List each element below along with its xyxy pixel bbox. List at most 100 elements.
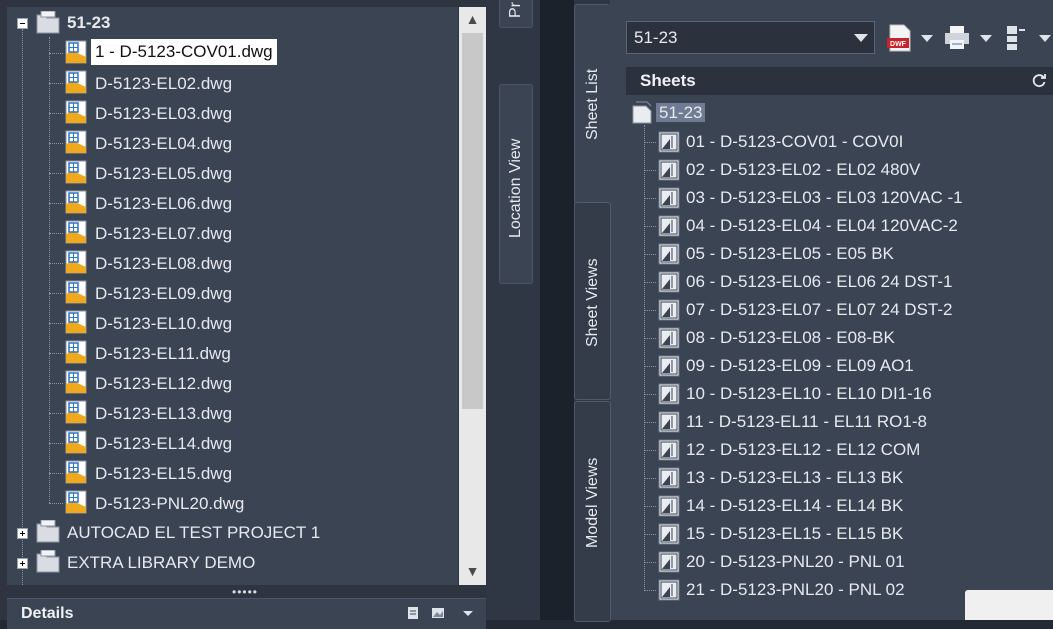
file-label[interactable]: D-5123-EL12.dwg [95, 369, 232, 399]
plot-icon[interactable] [943, 24, 971, 52]
sheet-item[interactable]: 07 - D-5123-EL07 - EL07 24 DST-2 [686, 296, 952, 324]
tree-line [644, 478, 656, 479]
file-label[interactable]: D-5123-EL03.dwg [95, 99, 232, 129]
file-label[interactable]: D-5123-EL06.dwg [95, 189, 232, 219]
dropdown-icon[interactable] [461, 606, 475, 620]
dwg-file-icon [65, 310, 87, 334]
tab-location-view-label: Location View [507, 138, 524, 238]
file-label[interactable]: D-5123-EL15.dwg [95, 459, 232, 489]
file-label[interactable]: D-5123-EL02.dwg [95, 69, 232, 99]
panel-gap [540, 0, 574, 620]
vertical-scrollbar[interactable]: ▲ ▼ [459, 7, 486, 585]
file-label[interactable]: D-5123-EL14.dwg [95, 429, 232, 459]
sheet-item[interactable]: 13 - D-5123-EL13 - EL13 BK [686, 464, 903, 492]
sheet-icon [658, 187, 680, 209]
sheet-icon [658, 355, 680, 377]
file-label[interactable]: D-5123-EL13.dwg [95, 399, 232, 429]
sheet-item[interactable]: 03 - D-5123-EL03 - EL03 120VAC -1 [686, 184, 963, 212]
tree-line [644, 310, 656, 311]
image-icon[interactable] [431, 606, 445, 620]
sheet-item[interactable]: 04 - D-5123-EL04 - EL04 120VAC-2 [686, 212, 958, 240]
scroll-down-arrow[interactable]: ▼ [459, 563, 486, 579]
expand-toggle[interactable] [17, 558, 28, 569]
sheet-item[interactable]: 09 - D-5123-EL09 - EL09 AO1 [686, 352, 914, 380]
tree-line [644, 562, 656, 563]
chevron-down-icon[interactable] [854, 34, 868, 42]
sheet-set-selector[interactable]: 51-23 [626, 21, 875, 54]
preview-icon[interactable] [406, 606, 420, 620]
sheet-item[interactable]: 20 - D-5123-PNL20 - PNL 01 [686, 548, 905, 576]
tab-sheet-list-label: Sheet List [584, 68, 601, 140]
collapse-toggle[interactable] [17, 18, 28, 29]
sheet-icon [658, 495, 680, 517]
expand-toggle[interactable] [17, 528, 28, 539]
sheet-item[interactable]: 12 - D-5123-EL12 - EL12 COM [686, 436, 920, 464]
sheet-item[interactable]: 11 - D-5123-EL11 - EL11 RO1-8 [686, 408, 927, 436]
file-label[interactable]: D-5123-EL09.dwg [95, 279, 232, 309]
tree-line [49, 413, 63, 414]
publish-dwf-icon[interactable]: DWF [886, 24, 914, 52]
refresh-icon[interactable] [1031, 72, 1047, 88]
sheet-icon [658, 551, 680, 573]
project-tree: 51-23 1 - D-5123-COV01.dwg D-5123-EL02.d… [7, 7, 458, 585]
tab-properties-label: Pr [507, 2, 524, 18]
dwg-file-icon [65, 430, 87, 454]
tree-line [644, 170, 656, 171]
tree-line [644, 226, 656, 227]
file-label[interactable]: D-5123-EL08.dwg [95, 249, 232, 279]
sheet-icon [658, 299, 680, 321]
sheet-item[interactable]: 14 - D-5123-EL14 - EL14 BK [686, 492, 903, 520]
plot-dropdown-icon[interactable] [980, 35, 992, 42]
sheet-item[interactable]: 21 - D-5123-PNL20 - PNL 02 [686, 576, 905, 604]
file-label[interactable]: D-5123-PNL20.dwg [95, 489, 244, 519]
sheet-icon [658, 243, 680, 265]
project-label[interactable]: EXTRA LIBRARY DEMO [67, 548, 255, 578]
splitter-grip[interactable]: ••••• [232, 586, 258, 598]
file-label[interactable]: D-5123-EL11.dwg [95, 339, 231, 369]
file-label[interactable]: D-5123-EL07.dwg [95, 219, 232, 249]
project-root-label[interactable]: 51-23 [67, 8, 110, 38]
sheet-icon [658, 383, 680, 405]
publish-dropdown-icon[interactable] [921, 35, 933, 42]
sheet-item[interactable]: 01 - D-5123-COV01 - COV0I [686, 128, 903, 156]
dwg-file-icon [65, 280, 87, 304]
selected-file-label[interactable]: 1 - D-5123-COV01.dwg [91, 39, 277, 65]
tree-line [49, 143, 63, 144]
scroll-thumb[interactable] [462, 33, 483, 409]
tree-line [644, 450, 656, 451]
sheet-icon [658, 271, 680, 293]
sheet-item[interactable]: 15 - D-5123-EL15 - EL15 BK [686, 520, 903, 548]
scroll-up-arrow[interactable]: ▲ [459, 11, 486, 27]
file-label[interactable]: D-5123-EL10.dwg [95, 309, 232, 339]
tree-line [49, 233, 63, 234]
tree-line [49, 37, 50, 503]
tree-line [49, 263, 63, 264]
file-label[interactable]: D-5123-EL04.dwg [95, 129, 232, 159]
sheet-item[interactable]: 05 - D-5123-EL05 - E05 BK [686, 240, 894, 268]
sheet-item[interactable]: 06 - D-5123-EL06 - EL06 24 DST-1 [686, 268, 952, 296]
dwg-file-icon [65, 40, 87, 64]
sheet-selections-icon[interactable] [1003, 24, 1031, 52]
tree-line [644, 506, 656, 507]
tree-line [644, 590, 656, 591]
sheet-set-root-label[interactable]: 51-23 [656, 99, 706, 127]
file-label[interactable]: D-5123-EL05.dwg [95, 159, 232, 189]
tree-line [49, 173, 63, 174]
selections-dropdown-icon[interactable] [1039, 35, 1051, 42]
tree-line [49, 473, 63, 474]
sheet-item[interactable]: 02 - D-5123-EL02 - EL02 480V [686, 156, 920, 184]
sheet-set-root[interactable]: 51-23 [656, 103, 706, 122]
sheet-icon [658, 131, 680, 153]
project-browser-panel: 51-23 1 - D-5123-COV01.dwg D-5123-EL02.d… [0, 0, 487, 629]
sheet-set-icon [632, 101, 652, 124]
sheet-item[interactable]: 10 - D-5123-EL10 - EL10 DI1-16 [686, 380, 932, 408]
sheet-icon [658, 159, 680, 181]
sheet-icon [658, 327, 680, 349]
sheet-item[interactable]: 08 - D-5123-EL08 - E08-BK [686, 324, 895, 352]
dwg-file-icon [65, 370, 87, 394]
tree-line [49, 113, 63, 114]
tree-line [644, 338, 656, 339]
project-label[interactable]: AUTOCAD EL TEST PROJECT 1 [67, 518, 320, 548]
tree-line [49, 443, 63, 444]
sheet-set-selector-value: 51-23 [634, 28, 678, 47]
